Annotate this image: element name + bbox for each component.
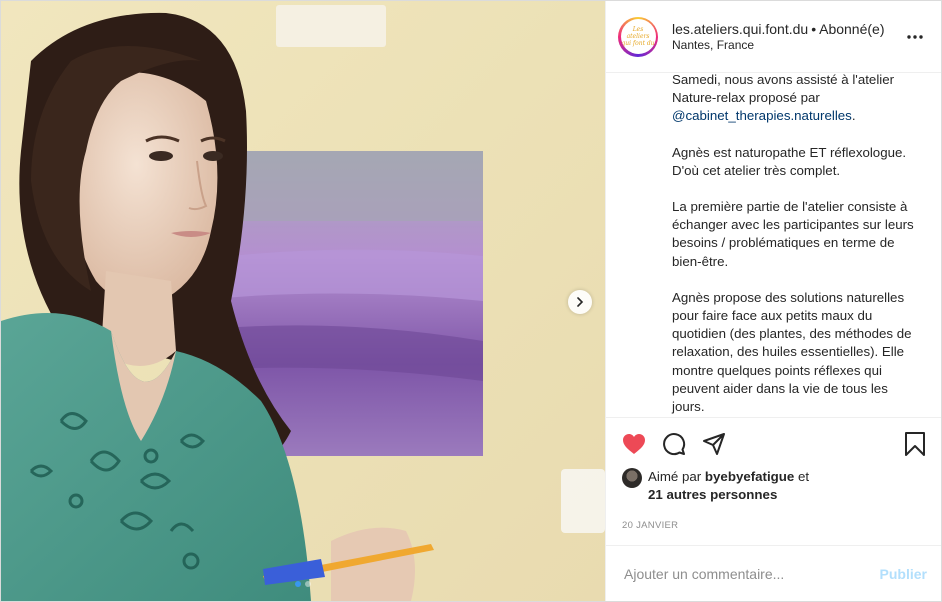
post-side-panel: Les ateliers qui font du les.ateliers.qui…: [605, 1, 941, 601]
profile-avatar-image: Les ateliers qui font du: [620, 19, 656, 54]
mention-link[interactable]: @cabinet_therapies.naturelles: [672, 108, 852, 123]
liker-username-link[interactable]: byebyefatigue: [705, 469, 794, 484]
follow-status-button[interactable]: Abonné(e): [819, 21, 884, 37]
profile-avatar[interactable]: Les ateliers qui font du: [618, 16, 658, 57]
comment-button[interactable]: [662, 432, 686, 456]
chevron-right-icon: [577, 297, 584, 307]
carousel-dot: [305, 581, 311, 587]
brand-logo: Les ateliers qui font du: [621, 26, 655, 47]
post-header: Les ateliers qui font du les.ateliers.qui…: [606, 1, 941, 73]
likes-prefix: Aimé par: [648, 469, 705, 484]
publish-button[interactable]: Publier: [880, 566, 927, 582]
header-title-line: les.ateliers.qui.font.du • Abonné(e): [672, 20, 903, 38]
carousel-next-button[interactable]: [568, 290, 592, 314]
post-actions-area: Aimé par byebyefatigue et 21 autres pers…: [606, 417, 941, 545]
bookmark-icon: [905, 432, 925, 456]
more-horizontal-icon: [907, 34, 923, 39]
header-separator: •: [811, 21, 817, 37]
action-bar: [622, 424, 927, 464]
caption-paragraph-3: La première partie de l'atelier consiste…: [672, 199, 914, 269]
comment-bar: Publier: [606, 545, 941, 601]
caption-paragraph-2: Agnès est naturopathe ET réflexologue. D…: [672, 144, 907, 178]
caption-area[interactable]: Samedi, nous avons assisté à l'atelier N…: [606, 73, 941, 417]
username-link[interactable]: les.ateliers.qui.font.du: [672, 21, 808, 37]
carousel-dot-active: [295, 581, 301, 587]
caption-text-segment: Samedi, nous avons assisté à l'atelier N…: [672, 73, 895, 106]
post-photo[interactable]: [1, 1, 605, 601]
instagram-post: Les ateliers qui font du les.ateliers.qui…: [0, 0, 942, 602]
carousel-indicator: [1, 581, 605, 587]
likes-summary: Aimé par byebyefatigue et 21 autres pers…: [622, 468, 927, 504]
likes-middle: et: [794, 469, 810, 484]
more-options-button[interactable]: [903, 25, 927, 49]
caption-paragraph-4: Agnès propose des solutions naturelles p…: [672, 289, 912, 415]
share-button[interactable]: [702, 432, 726, 456]
likes-others-link[interactable]: 21 autres personnes: [648, 487, 777, 502]
caption-paragraph-1: Samedi, nous avons assisté à l'atelier N…: [672, 73, 917, 126]
heart-filled-icon: [623, 434, 645, 454]
liker-avatar[interactable]: [622, 468, 642, 488]
save-button[interactable]: [903, 432, 927, 456]
like-button[interactable]: [622, 432, 646, 456]
comment-input[interactable]: [622, 564, 880, 583]
photo-woman-holding-pen: [1, 1, 605, 601]
location-link[interactable]: Nantes, France: [672, 38, 903, 53]
comment-icon: [663, 433, 686, 456]
header-text: les.ateliers.qui.font.du • Abonné(e) Nante…: [672, 20, 903, 53]
post-date[interactable]: 20 JANVIER: [622, 520, 927, 531]
caption-text-segment: .: [851, 108, 856, 124]
likes-text: Aimé par byebyefatigue et 21 autres pers…: [648, 468, 809, 504]
paper-plane-icon: [703, 433, 725, 455]
caption-text: Samedi, nous avons assisté à l'atelier N…: [672, 73, 917, 416]
